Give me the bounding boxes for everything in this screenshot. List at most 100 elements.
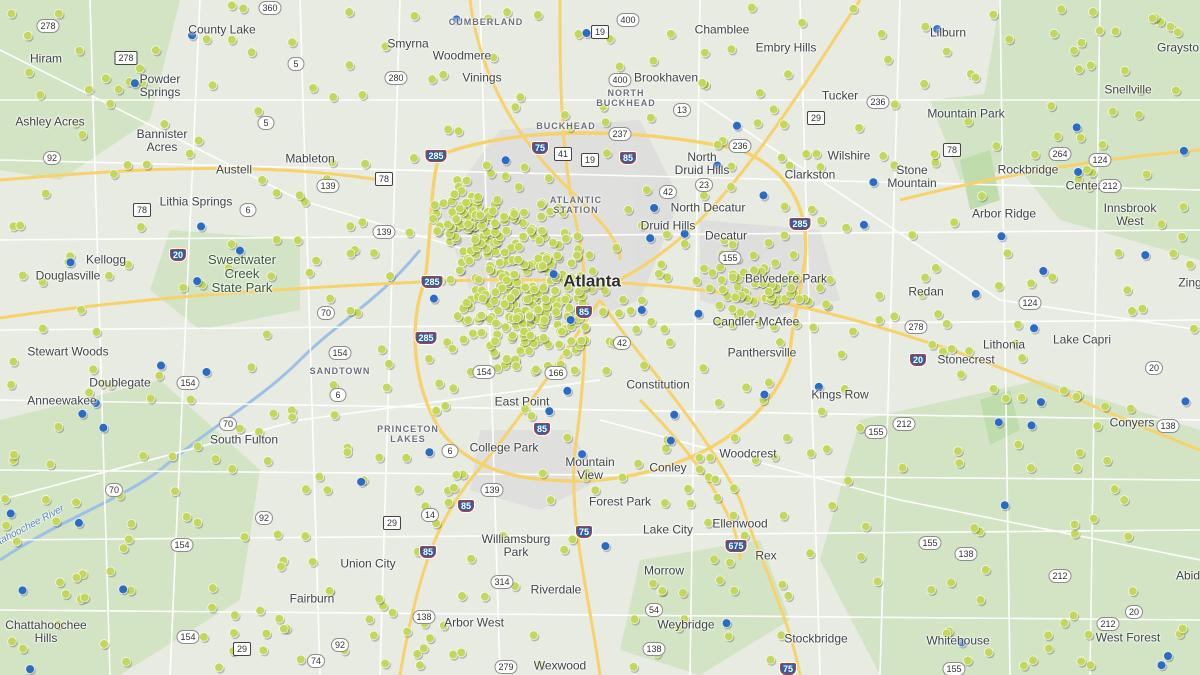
map-pin-594[interactable] [712, 492, 723, 503]
map-pin-194[interactable] [514, 242, 524, 252]
map-pin-792[interactable] [946, 577, 956, 588]
map-pin-886[interactable] [929, 149, 940, 159]
map-pin-533[interactable] [376, 344, 387, 354]
map-pin-334[interactable] [455, 203, 465, 214]
map-pin-937[interactable] [548, 269, 559, 279]
map-pin-439[interactable] [345, 248, 356, 259]
map-pin-870[interactable] [1088, 513, 1099, 524]
map-pin-893[interactable] [71, 572, 82, 583]
map-pin-588[interactable] [983, 647, 994, 658]
map-pin-799[interactable] [449, 483, 459, 493]
map-pin-830[interactable] [344, 60, 355, 70]
map-pin-132[interactable] [501, 354, 512, 364]
map-pin-331[interactable] [484, 264, 495, 275]
map-pin-631[interactable] [45, 459, 56, 470]
map-pin-383[interactable] [707, 268, 718, 278]
map-pin-832[interactable] [519, 162, 530, 173]
map-pin-620[interactable] [617, 472, 628, 483]
map-pin-933[interactable] [192, 276, 202, 286]
map-pin-382[interactable] [699, 263, 709, 274]
map-pin-753[interactable] [1122, 285, 1133, 295]
map-pin-882[interactable] [980, 565, 991, 575]
map-pin-742[interactable] [271, 188, 282, 198]
map-pin-322[interactable] [490, 218, 500, 228]
map-pin-913[interactable] [374, 452, 385, 463]
map-pin-833[interactable] [1125, 403, 1136, 414]
map-pin-778[interactable] [931, 263, 941, 273]
map-pin-977[interactable] [74, 518, 84, 528]
map-pin-695[interactable] [287, 412, 298, 423]
map-pin-364[interactable] [727, 272, 738, 283]
map-pin-590[interactable] [1094, 25, 1105, 36]
map-pin-873[interactable] [418, 643, 429, 654]
map-pin-405[interactable] [539, 315, 550, 325]
map-pin-813[interactable] [1097, 139, 1108, 150]
map-pin-863[interactable] [1028, 655, 1038, 666]
map-pin-433[interactable] [300, 531, 311, 541]
map-pin-546[interactable] [698, 363, 709, 373]
map-pin-519[interactable] [625, 306, 636, 316]
map-pin-475[interactable] [843, 475, 853, 486]
map-pin-188[interactable] [500, 247, 510, 258]
map-pin-633[interactable] [229, 628, 239, 638]
map-pin-941[interactable] [1180, 396, 1191, 407]
map-pin-130[interactable] [500, 322, 511, 332]
map-pin-550[interactable] [685, 498, 696, 509]
map-pin-783[interactable] [970, 72, 981, 83]
map-pin-243[interactable] [515, 345, 526, 356]
map-pin-749[interactable] [279, 623, 289, 634]
map-pin-229[interactable] [524, 311, 535, 321]
map-pin-743[interactable] [6, 379, 16, 390]
map-pin-245[interactable] [524, 346, 534, 356]
map-pin-902[interactable] [1102, 455, 1112, 466]
map-pin-612[interactable] [425, 633, 435, 643]
map-pin-339[interactable] [443, 219, 453, 230]
map-pin-808[interactable] [138, 450, 149, 461]
map-pin-676[interactable] [856, 552, 866, 562]
map-pin-170[interactable] [538, 332, 549, 343]
map-pin-889[interactable] [401, 452, 412, 463]
map-pin-429[interactable] [207, 602, 217, 613]
map-pin-553[interactable] [192, 517, 203, 528]
map-pin-942[interactable] [1140, 250, 1151, 260]
map-pin-616[interactable] [975, 595, 986, 605]
map-pin-731[interactable] [1074, 64, 1084, 74]
map-pin-876[interactable] [238, 3, 248, 14]
map-pin-678[interactable] [1120, 65, 1130, 76]
map-pin-398[interactable] [763, 286, 774, 297]
map-pin-486[interactable] [705, 452, 715, 463]
map-pin-603[interactable] [660, 498, 670, 508]
map-pin-492[interactable] [639, 360, 649, 371]
map-pin-793[interactable] [101, 73, 111, 84]
map-pin-258[interactable] [540, 294, 551, 304]
map-pin-698[interactable] [199, 632, 209, 642]
map-pin-337[interactable] [475, 210, 486, 221]
map-pin-669[interactable] [729, 432, 740, 443]
map-pin-449[interactable] [694, 464, 705, 475]
map-pin-12[interactable] [611, 242, 622, 253]
map-pin-617[interactable] [456, 647, 467, 658]
map-pin-741[interactable] [55, 577, 65, 588]
map-pin-737[interactable] [492, 194, 503, 205]
map-pin-149[interactable] [550, 286, 560, 296]
map-pin-694[interactable] [239, 532, 250, 542]
map-pin-956[interactable] [65, 257, 76, 268]
map-pin-609[interactable] [193, 135, 204, 146]
map-pin-463[interactable] [646, 112, 656, 123]
map-pin-601[interactable] [1004, 34, 1015, 45]
map-pin-430[interactable] [854, 123, 864, 133]
map-pin-579[interactable] [1127, 306, 1137, 316]
map-pin-407[interactable] [170, 486, 180, 497]
map-pin-563[interactable] [424, 354, 434, 364]
map-pin-580[interactable] [783, 69, 793, 80]
map-pin-615[interactable] [889, 311, 900, 322]
map-pin-802[interactable] [480, 591, 490, 602]
map-pin-804[interactable] [699, 47, 710, 58]
map-pin-809[interactable] [451, 470, 462, 480]
map-pin-780[interactable] [657, 585, 668, 596]
map-pin-425[interactable] [897, 462, 908, 473]
map-pin-790[interactable] [322, 485, 333, 495]
map-pin-932[interactable] [5, 508, 16, 519]
map-pin-526[interactable] [764, 377, 774, 388]
map-pin-970[interactable] [721, 618, 732, 628]
